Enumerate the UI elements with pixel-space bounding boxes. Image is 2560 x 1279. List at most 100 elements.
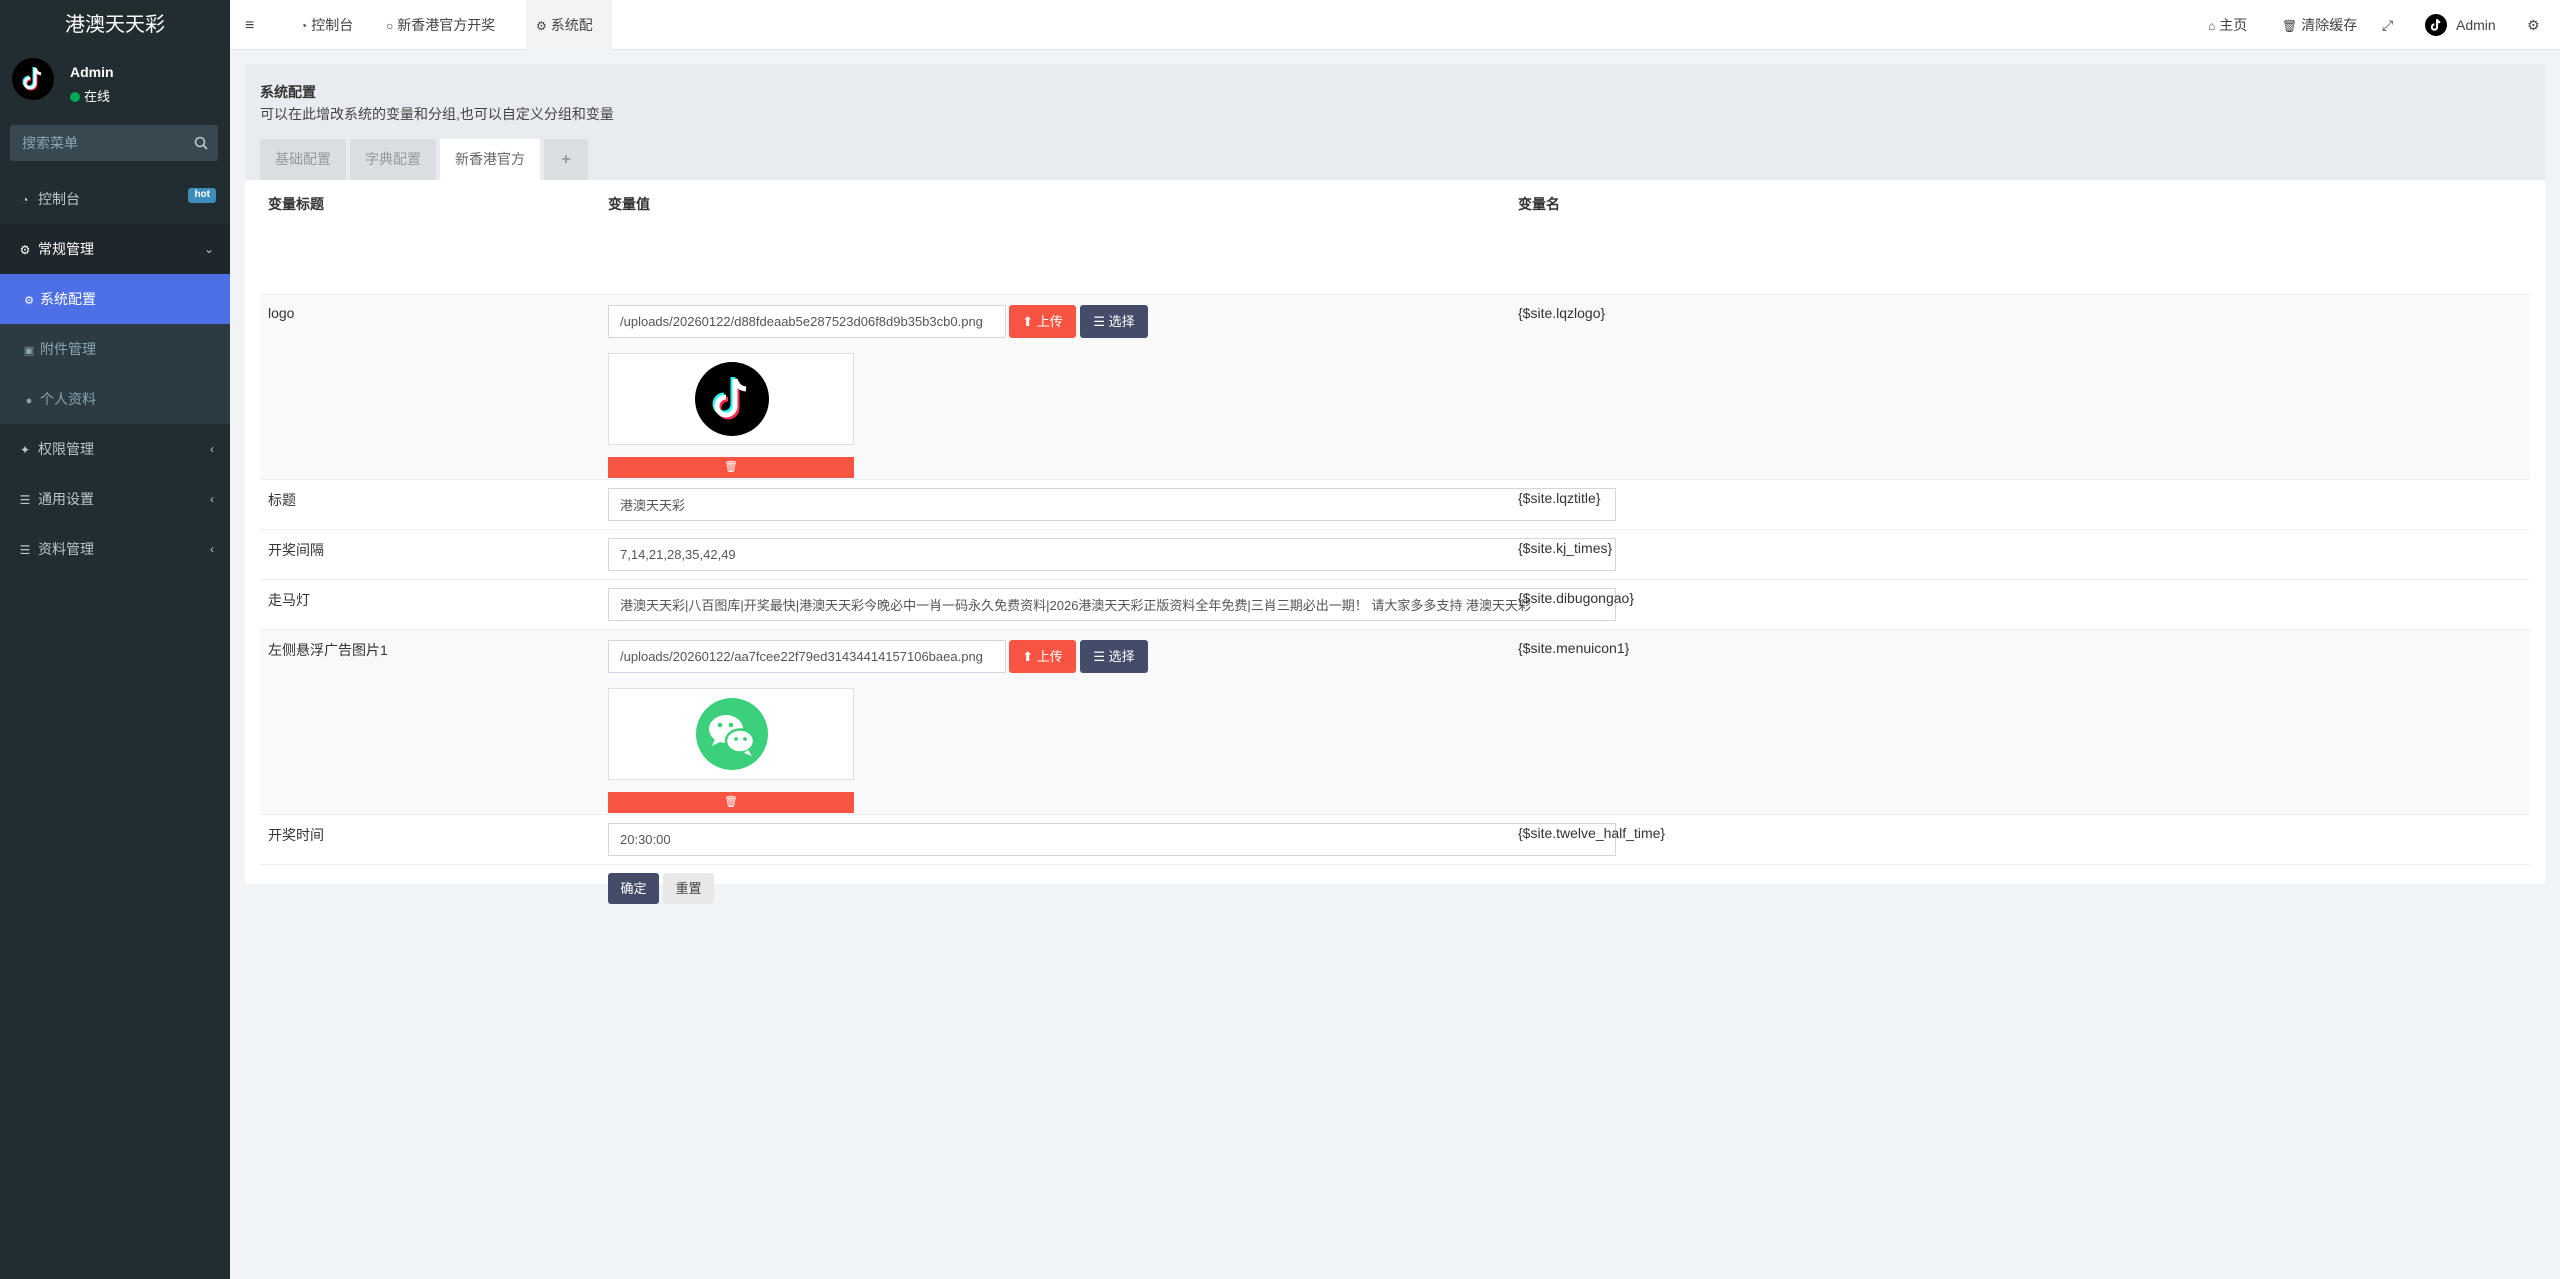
top-header: ≡ ◔控制台 ○新香港官方开奖 ⚙系统配置 ⌂主页 🗑清除缓存 ⤢ Admin … xyxy=(230,0,2560,84)
hot-badge: hot xyxy=(188,188,216,203)
avatar xyxy=(12,58,54,100)
main-content: 系统配置 可以在此增改系统的变量和分组,也可以自定义分组和变量 基础配置 字典配… xyxy=(245,64,2545,904)
online-dot-icon xyxy=(70,92,80,102)
dashboard-icon: ◔ xyxy=(21,193,29,207)
file-image-icon: ▣ xyxy=(23,345,35,357)
gear-icon: ⚙ xyxy=(24,295,34,307)
sidebar-item-attachment[interactable]: ▣ 附件管理 xyxy=(0,324,230,374)
menu-search-input[interactable] xyxy=(10,125,218,161)
chevron-down-icon: ⌄ xyxy=(203,242,214,256)
logo-delete-button[interactable]: 🗑 xyxy=(608,457,854,478)
site-title-input[interactable] xyxy=(608,488,1616,521)
tab-dashboard[interactable]: ◔ 控制台 xyxy=(290,0,363,50)
logo-select-button[interactable]: ☰ 选择 xyxy=(1080,305,1148,338)
menu-icon: ≡ xyxy=(245,17,255,34)
draw-time-input[interactable] xyxy=(608,823,1616,856)
variable-name: {$site.dibugongao} xyxy=(1518,590,1634,606)
chevron-left-icon: ‹ xyxy=(210,442,214,456)
clear-cache-label: 清除缓存 xyxy=(2301,17,2358,33)
tab-hk-draw[interactable]: ○ 新香港官方开奖 xyxy=(376,0,505,50)
page-title: 系统配置 xyxy=(260,84,316,100)
header-name: 变量名 xyxy=(1518,196,1560,212)
tab-dictionary[interactable]: 字典配置 xyxy=(350,139,436,180)
tab-basic[interactable]: 基础配置 xyxy=(260,139,346,180)
tab-add[interactable]: + xyxy=(544,139,588,180)
header-value: 变量值 xyxy=(608,196,650,212)
sidebar-item-label: 系统配置 xyxy=(40,291,96,307)
user-menu[interactable]: Admin xyxy=(2425,0,2503,50)
tab-system-config[interactable]: ⚙系统配置 xyxy=(526,0,612,84)
sidebar-item-general[interactable]: ⚙ 常规管理 ⌄ xyxy=(0,224,230,274)
tiktok-icon xyxy=(695,362,769,436)
logo-upload-button[interactable]: ⬆ 上传 xyxy=(1009,305,1076,338)
table-row-title: 标题 {$site.lqztitle} xyxy=(260,479,2530,529)
confirm-button[interactable]: 确定 xyxy=(608,873,659,904)
upload-icon: ⬆ xyxy=(1022,314,1034,329)
user-status: 在线 xyxy=(70,86,110,105)
tiktok-icon xyxy=(12,58,54,100)
chevron-left-icon: ‹ xyxy=(210,492,214,506)
variable-name: {$site.kj_times} xyxy=(1518,540,1613,556)
cogs-icon: ⚙ xyxy=(2527,17,2540,33)
brand-logo[interactable]: 港澳天天彩 xyxy=(0,0,230,50)
sidebar-item-label: 附件管理 xyxy=(40,341,96,357)
list-icon: ☰ xyxy=(19,493,31,507)
float-ad-delete-button[interactable]: 🗑 xyxy=(608,792,854,813)
row-label: 开奖间隔 xyxy=(268,542,324,558)
clear-cache-button[interactable]: 🗑 清除缓存 xyxy=(2282,0,2357,50)
gear-icon: ⚙ xyxy=(536,19,547,33)
float-ad-preview xyxy=(608,688,854,780)
reset-button[interactable]: 重置 xyxy=(663,873,714,904)
header-title: 变量标题 xyxy=(268,196,324,212)
cogs-icon: ⚙ xyxy=(19,243,31,257)
sidebar-item-profile[interactable]: ● 个人资料 xyxy=(0,374,230,424)
tab-label: 新香港官方开奖 xyxy=(397,17,496,33)
tab-hk-official[interactable]: 新香港官方 xyxy=(440,139,540,180)
logo-preview xyxy=(608,353,854,445)
marquee-input[interactable] xyxy=(608,588,1616,621)
chevron-left-icon: ‹ xyxy=(210,542,214,556)
header-user-name: Admin xyxy=(2456,17,2496,33)
trash-icon: 🗑 xyxy=(2282,19,2298,33)
variable-name: {$site.lqzlogo} xyxy=(1518,305,1606,321)
upload-label: 上传 xyxy=(1036,314,1063,329)
sidebar-item-dashboard[interactable]: ◔ 控制台 hot xyxy=(0,174,230,224)
fullscreen-button[interactable]: ⤢ xyxy=(2382,0,2393,50)
variable-name: {$site.lqztitle} xyxy=(1518,490,1601,506)
table-row-draw-time: 开奖时间 {$site.twelve_half_time} xyxy=(260,814,2530,864)
sidebar-item-auth[interactable]: ✦ 权限管理 ‹ xyxy=(0,424,230,474)
variable-name: {$site.twelve_half_time} xyxy=(1518,825,1666,841)
row-label: 标题 xyxy=(268,492,296,508)
upload-icon: ⬆ xyxy=(1022,649,1034,664)
draw-interval-input[interactable] xyxy=(608,538,1616,571)
wechat-icon xyxy=(696,698,768,770)
avatar-small xyxy=(2425,14,2447,36)
user-icon: ● xyxy=(25,395,33,407)
trash-icon: 🗑 xyxy=(724,796,738,808)
float-ad-path-input[interactable] xyxy=(608,640,1006,673)
submenu-general: ⚙ 系统配置 ▣ 附件管理 ● 个人资料 xyxy=(0,274,230,424)
sidebar-item-data[interactable]: ☰ 资料管理 ‹ xyxy=(0,524,230,574)
user-name: Admin xyxy=(70,64,114,80)
float-ad-upload-button[interactable]: ⬆ 上传 xyxy=(1009,640,1076,673)
home-link[interactable]: ⌂ 主页 xyxy=(2208,0,2247,50)
sidebar-toggle[interactable]: ≡ xyxy=(245,0,254,50)
search-icon[interactable] xyxy=(194,136,208,150)
select-label: 选择 xyxy=(1108,314,1135,329)
expand-icon: ⤢ xyxy=(2382,17,2394,33)
sidebar-item-config[interactable]: ⚙ 系统配置 xyxy=(0,274,230,324)
sidebar: 港澳天天彩 Admin 在线 ◔ 控制台 hot ⚙ 常规管理 ⌄ ⚙ 系统配置 ▣ 附… xyxy=(0,0,230,1279)
table-row-interval: 开奖间隔 {$site.kj_times} xyxy=(260,529,2530,579)
select-label: 选择 xyxy=(1108,649,1135,664)
logo-path-input[interactable] xyxy=(608,305,1006,338)
sidebar-item-label: 权限管理 xyxy=(38,441,94,457)
float-ad-select-button[interactable]: ☰ 选择 xyxy=(1080,640,1148,673)
sidebar-item-label: 控制台 xyxy=(38,191,80,207)
sidebar-item-label: 通用设置 xyxy=(38,491,94,507)
table-row-logo: logo ⬆ 上传 ☰ 选择 🗑 {$site.lqzlogo} xyxy=(260,294,2530,479)
sidebar-item-common[interactable]: ☰ 通用设置 ‹ xyxy=(0,474,230,524)
upload-label: 上传 xyxy=(1036,649,1063,664)
settings-button[interactable]: ⚙ xyxy=(2527,0,2540,50)
sidebar-menu: ◔ 控制台 hot ⚙ 常规管理 ⌄ ⚙ 系统配置 ▣ 附件管理 ● 个人资料 ✦ 权限管理… xyxy=(0,174,230,574)
row-label: 左侧悬浮广告图片1 xyxy=(268,642,388,658)
